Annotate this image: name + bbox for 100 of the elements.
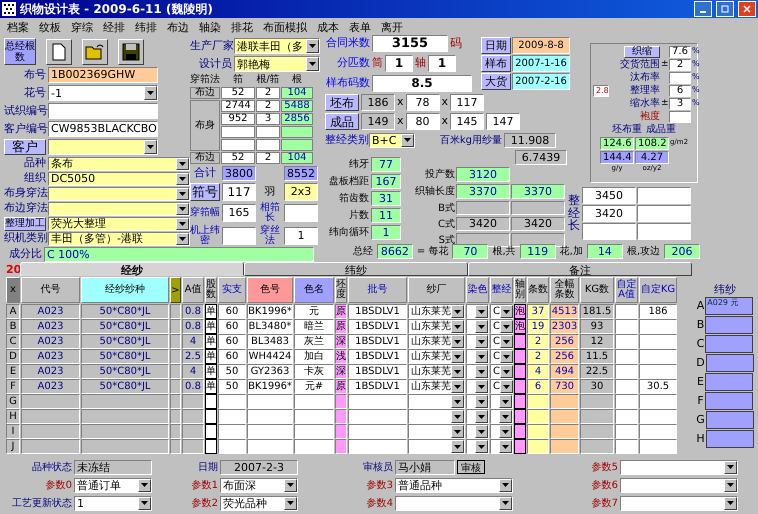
table-dropdown[interactable] [466,304,489,319]
table-dropdown[interactable] [408,394,465,409]
table-dropdown[interactable]: 山东莱芜 [408,304,465,319]
table-dropdown[interactable] [408,439,465,454]
table-dropdown[interactable] [490,394,513,409]
text-field[interactable]: 117 [450,94,484,111]
dropdown[interactable]: 布面深 [220,478,298,492]
date-button[interactable]: 大货 [481,73,511,90]
tab[interactable]: 纬纱 [244,262,468,276]
dropdown[interactable] [395,496,513,510]
expand-button[interactable]: > [170,277,181,303]
text-field[interactable]: 77 [371,157,401,172]
dropdown[interactable]: 1 [74,496,152,510]
text-field[interactable]: 3370 [456,184,510,199]
menu-item[interactable]: 布边 [162,20,194,34]
table-dropdown[interactable] [466,409,489,424]
weft-cell[interactable] [705,316,754,334]
text-field[interactable] [637,222,691,240]
text-field[interactable]: 11 [371,208,401,223]
dropdown[interactable]: 港联丰田（多 [234,38,320,54]
text-field[interactable]: 1B002369GHW [48,67,158,83]
text-field[interactable]: 117 [222,183,256,201]
menu-item[interactable]: 成本 [312,20,344,34]
table-dropdown[interactable]: 山东莱芜 [408,364,465,379]
weft-cell[interactable] [706,354,754,372]
dropdown[interactable]: 荧光品种 [220,496,298,510]
text-field[interactable] [284,204,318,222]
dropdown[interactable] [48,139,158,155]
text-field[interactable]: 1 [428,55,456,72]
dropdown[interactable]: 郭艳梅 [234,56,320,72]
text-field[interactable]: 3 [669,98,691,110]
text-field[interactable]: 3120 [456,167,510,182]
table-dropdown[interactable] [408,409,465,424]
menu-item[interactable]: 经排 [98,20,130,34]
date-button[interactable]: 样布 [481,55,511,72]
menu-item[interactable]: 轴染 [194,20,226,34]
text-field[interactable]: 165 [222,204,256,222]
weft-cell[interactable] [705,334,754,353]
dropdown[interactable] [620,478,738,492]
row-label-button[interactable]: 成品 [325,113,359,130]
table-dropdown[interactable]: C [490,319,513,334]
menu-item[interactable]: 表单 [344,20,376,34]
table-dropdown[interactable] [466,349,489,364]
menu-item[interactable]: 布面模拟 [258,20,312,34]
table-dropdown[interactable]: C [490,364,513,379]
approve-button[interactable]: 审核 [457,460,485,474]
text-field[interactable] [222,227,256,245]
table-dropdown[interactable] [466,439,489,454]
text-field[interactable] [669,72,691,84]
table-dropdown[interactable]: 山东莱芜 [408,349,465,364]
date-button[interactable]: 日期 [481,37,511,54]
table-dropdown[interactable] [466,394,489,409]
text-field[interactable] [582,222,636,240]
dropdown[interactable] [620,496,738,510]
weft-cell[interactable] [706,430,754,448]
dropdown[interactable]: DC5050 [48,172,190,186]
table-dropdown[interactable] [466,319,489,334]
text-field[interactable] [637,204,691,222]
dropdown[interactable]: 荧光大整理 [48,216,190,230]
table-dropdown[interactable] [490,439,513,454]
menu-item[interactable]: 纬排 [130,20,162,34]
text-field[interactable]: C 100% [44,247,314,262]
weft-cell[interactable] [706,410,754,429]
table-dropdown[interactable] [466,424,489,439]
text-field[interactable]: 1 [385,55,413,72]
close-button[interactable] [738,1,756,17]
table-dropdown[interactable] [466,364,489,379]
text-field[interactable] [669,110,691,122]
text-field[interactable]: 3450 [582,186,636,204]
save-button[interactable] [118,38,144,64]
text-field[interactable]: 147 [486,113,520,130]
table-dropdown[interactable]: 山东莱芜 [408,319,465,334]
dropdown[interactable]: 普通品种 [395,478,513,492]
dropdown[interactable]: 丰田（多管）-港联 [48,232,190,246]
table-dropdown[interactable]: C [490,379,513,394]
table-dropdown[interactable]: C [490,349,513,364]
table-dropdown[interactable] [466,379,489,394]
menu-item[interactable]: 穿综 [66,20,98,34]
table-dropdown[interactable] [490,424,513,439]
field-label-button[interactable]: 织缩 [624,46,660,58]
text-field[interactable]: 2x3 [284,183,318,201]
dropdown[interactable]: B+C [369,132,415,148]
table-dropdown[interactable] [466,334,489,349]
text-field[interactable]: 145 [450,113,484,130]
weft-cell[interactable] [704,372,753,391]
table-dropdown[interactable]: C [490,304,513,319]
text-field[interactable]: 1 [284,227,318,245]
text-field[interactable]: CW9853BLACKCBO [48,121,158,137]
new-button[interactable] [46,38,72,64]
text-field[interactable]: 78 [406,94,440,111]
text-field[interactable]: 6 [669,84,691,96]
menu-item[interactable]: 离开 [376,20,408,34]
date-field[interactable]: 2007-1-16 [512,55,570,72]
text-field[interactable]: 1 [371,225,401,240]
field-label-button[interactable]: 客户 [4,139,46,155]
text-field[interactable]: 7.6 [669,46,691,58]
text-field[interactable]: 167 [371,174,401,189]
restore-button[interactable] [716,1,734,17]
weft-cell[interactable] [704,392,753,410]
row-label-button[interactable]: 坯布 [325,94,359,111]
